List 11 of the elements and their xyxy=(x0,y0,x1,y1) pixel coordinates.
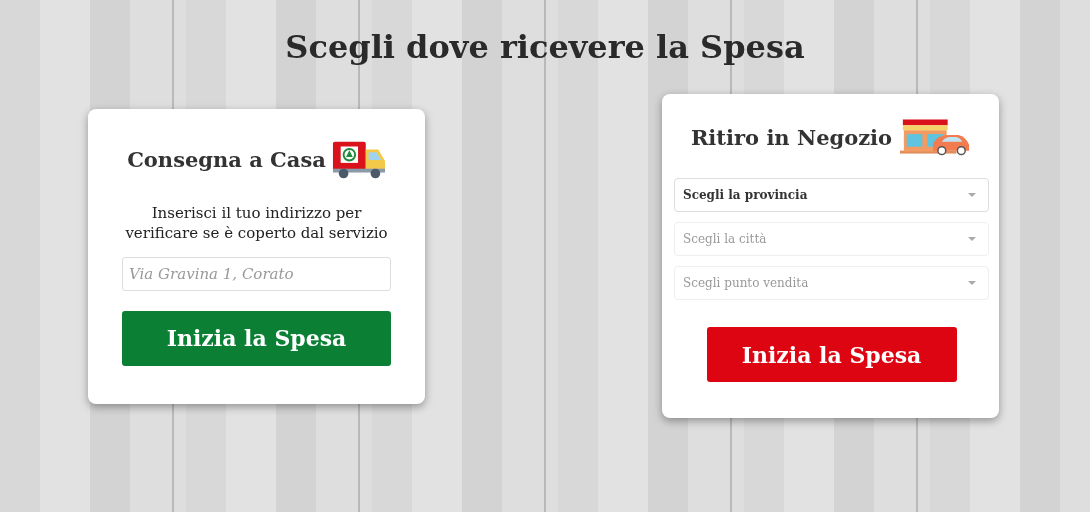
address-field[interactable]: Via Gravina 1, Corato xyxy=(122,256,391,291)
caret-icon xyxy=(968,280,976,286)
card-heading: Ritiro in Negozio xyxy=(690,124,893,150)
dropdown[interactable]: Scegli la provincia xyxy=(674,178,989,212)
start-shopping-button[interactable]: Inizia la Spesa xyxy=(122,310,391,366)
page-title: Scegli dove ricevere la Spesa xyxy=(284,28,806,66)
caret-icon xyxy=(968,236,976,242)
instruction-text: Inserisci il tuo indirizzo per verificare se è coperto dal servizio xyxy=(124,202,389,243)
card-heading: Consegna a Casa xyxy=(127,147,326,172)
caret-icon xyxy=(968,192,976,198)
start-shopping-button[interactable]: Inizia la Spesa xyxy=(706,327,957,382)
